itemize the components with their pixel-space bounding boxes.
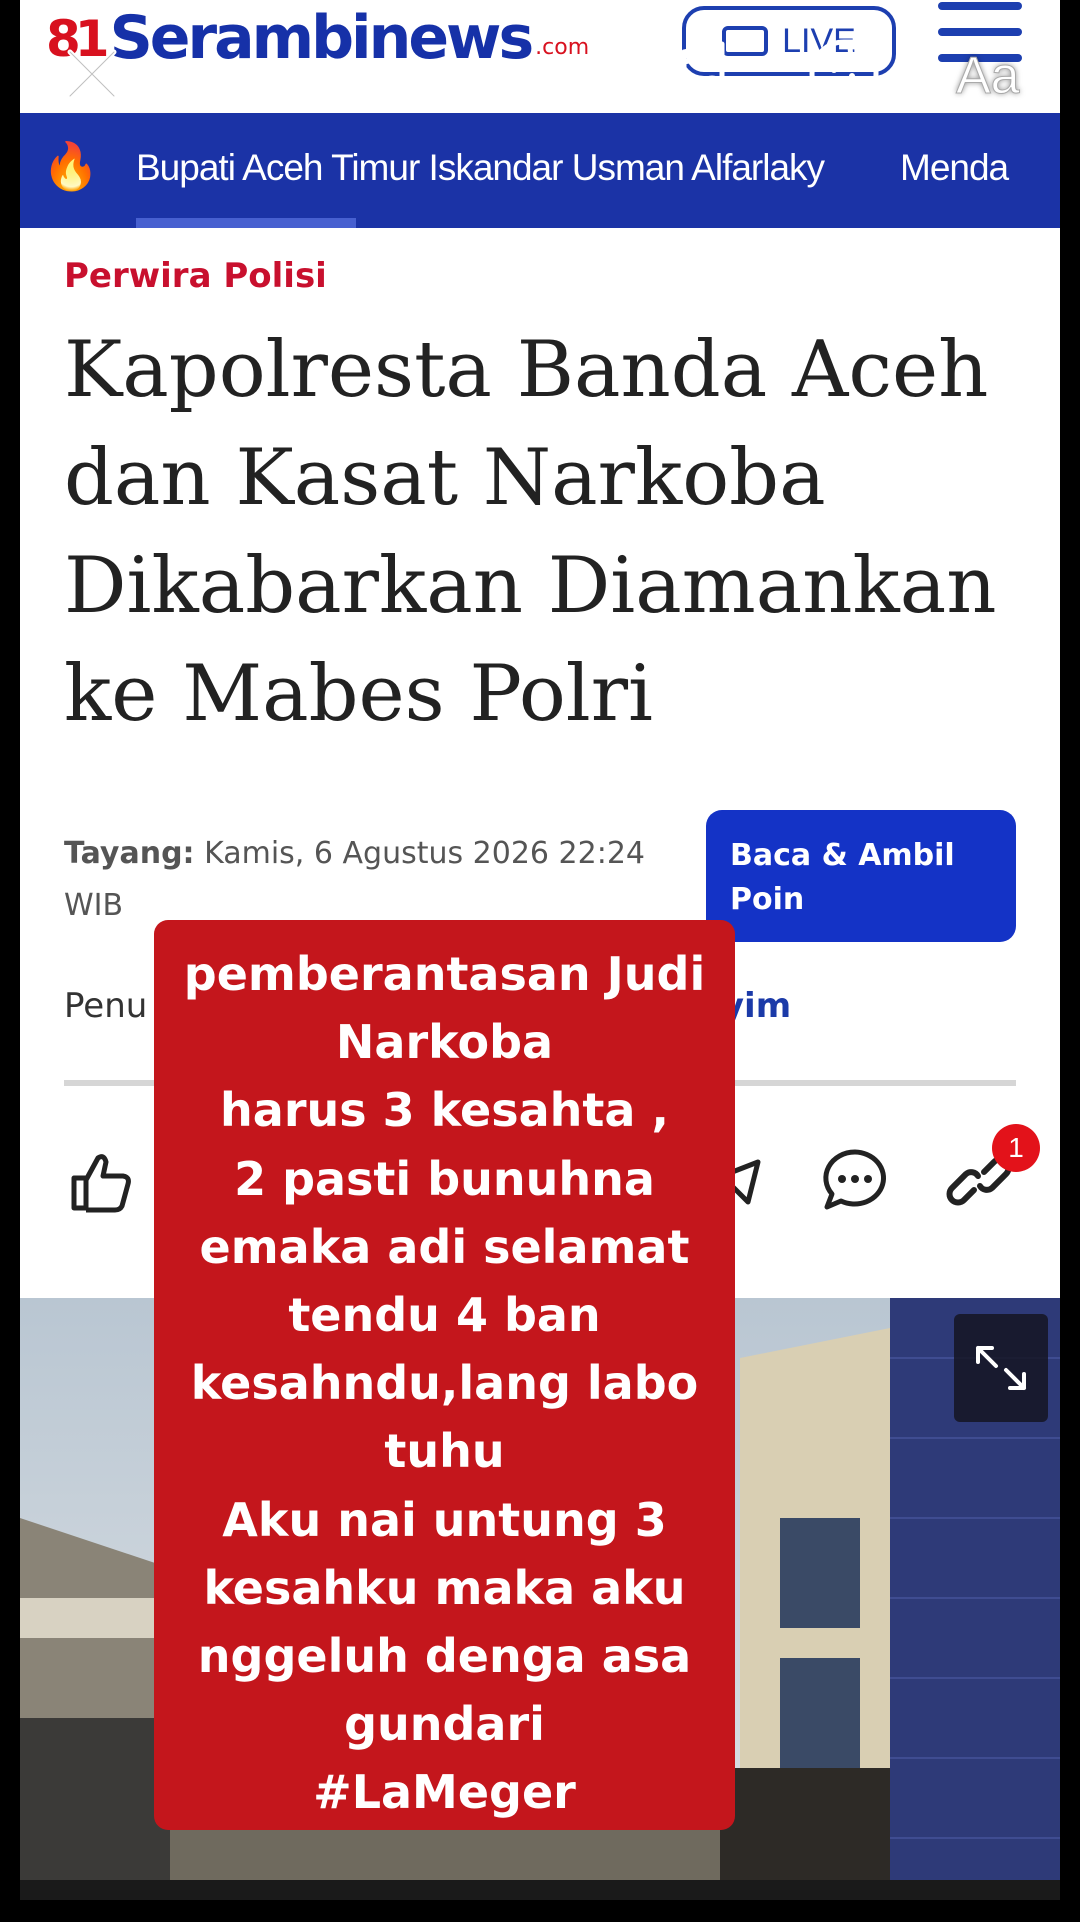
sticker-icon[interactable] — [806, 36, 882, 112]
fire-icon: 🔥 — [42, 139, 100, 193]
author-prefix: Penu — [64, 986, 148, 1026]
site-logo[interactable]: 81 Serambinews .com — [46, 0, 589, 68]
trending-bar: 🔥 Bupati Aceh Timur Iskandar Usman Alfar… — [20, 113, 1060, 228]
like-icon[interactable] — [66, 1146, 136, 1216]
caption-text: pemberantasan Judi Narkoba harus 3 kesah… — [183, 947, 706, 1820]
expand-icon — [976, 1346, 1026, 1390]
site-header: 81 Serambinews .com LIVE — [20, 0, 1060, 113]
story-caption-box[interactable]: pemberantasan Judi Narkoba harus 3 kesah… — [154, 920, 735, 1830]
logo-suffix: .com — [535, 35, 590, 60]
read-and-earn-points-button[interactable]: Baca & Ambil Poin — [706, 810, 1016, 942]
article-category[interactable]: Perwira Polisi — [64, 256, 327, 296]
active-trend-indicator — [136, 218, 356, 228]
expand-photo-button[interactable] — [954, 1314, 1048, 1422]
logo-wordmark: Serambinews — [109, 3, 535, 73]
publish-label: Tayang: — [64, 836, 195, 871]
text-tool-button[interactable]: Aa — [956, 46, 1021, 106]
trending-item-2[interactable]: Menda — [900, 147, 1009, 189]
article-title: Kapolresta Banda Aceh dan Kasat Narkoba … — [64, 325, 997, 739]
music-icon[interactable] — [660, 38, 730, 110]
trending-item-1[interactable]: Bupati Aceh Timur Iskandar Usman Alfarla… — [136, 147, 825, 189]
share-count-badge: 1 — [992, 1124, 1040, 1172]
comment-icon[interactable] — [820, 1146, 890, 1216]
close-icon[interactable] — [62, 44, 122, 104]
publish-info: Tayang: Kamis, 6 Agustus 2026 22:24 WIB — [64, 828, 664, 932]
